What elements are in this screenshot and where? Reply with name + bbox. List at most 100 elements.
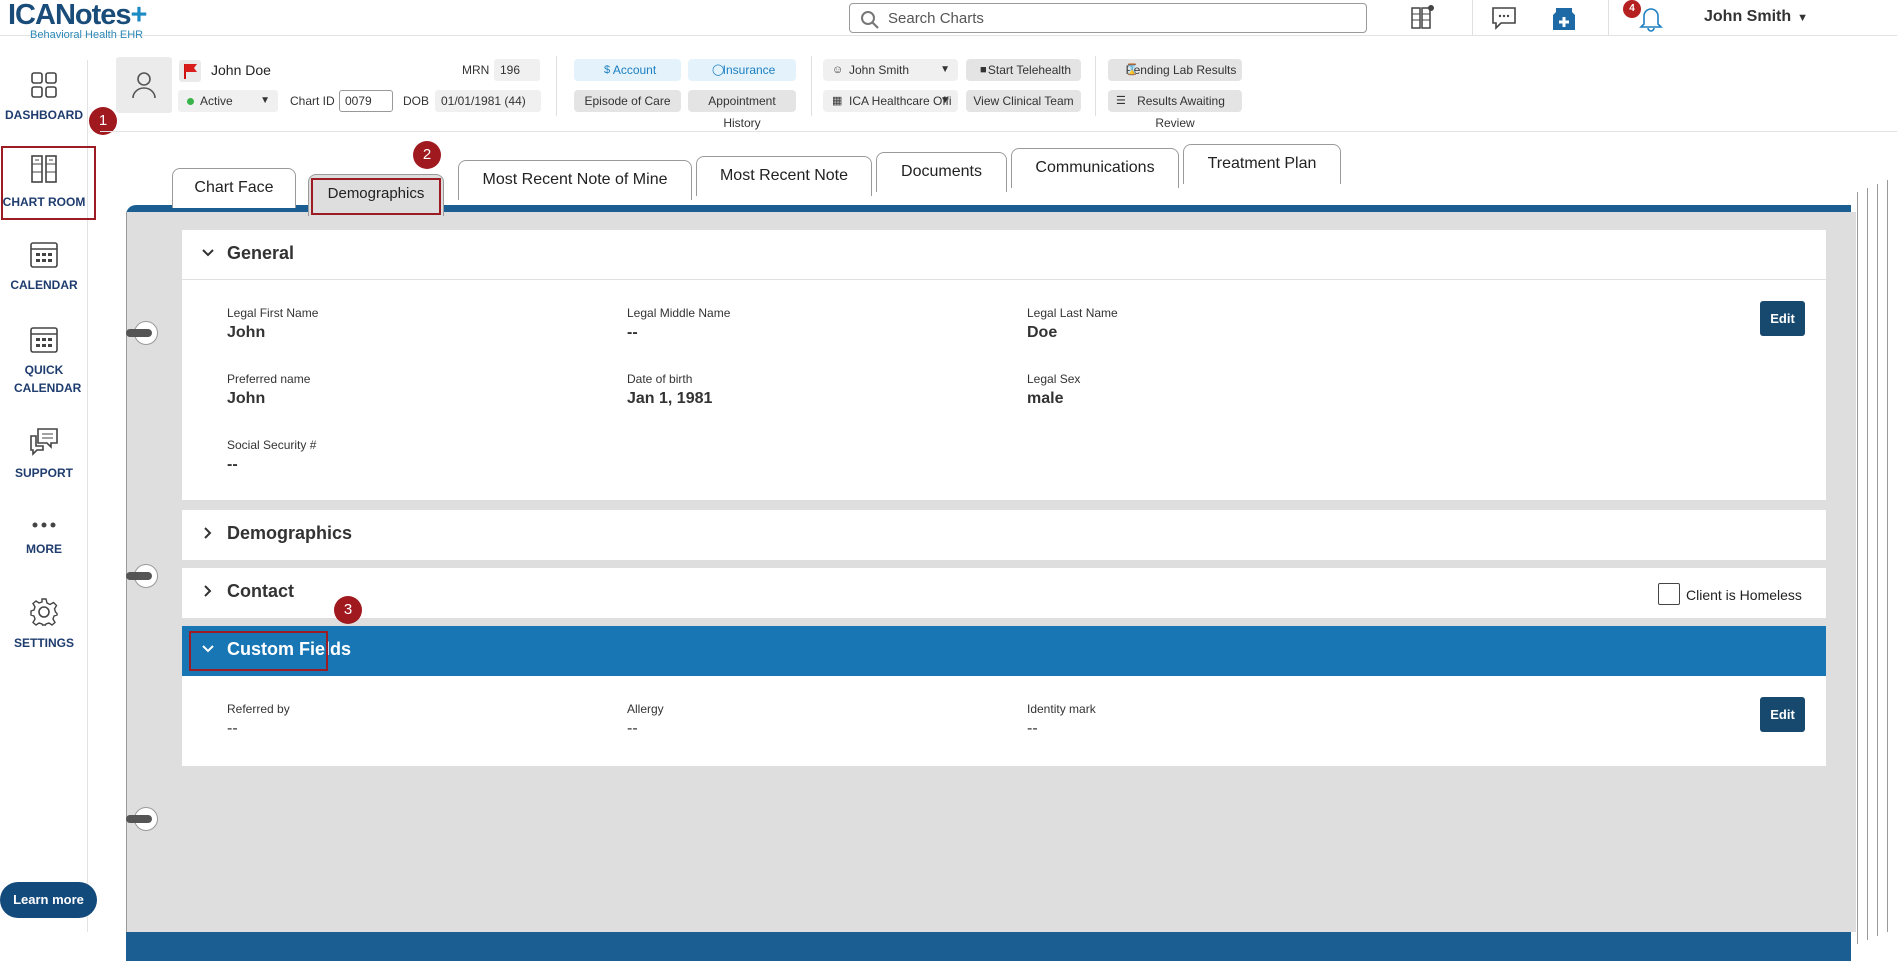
highlight-demographics-tab [311, 178, 441, 215]
tab-treatment-plan[interactable]: Treatment Plan [1183, 144, 1341, 184]
episode-of-care-button[interactable]: Episode of Care [574, 90, 681, 112]
binder-ring [126, 563, 158, 589]
user-name: John Smith [1704, 8, 1792, 25]
chevron-down-icon [202, 249, 214, 257]
patient-name: John Doe [211, 62, 271, 78]
field-label: Date of birth [627, 372, 693, 386]
edit-general-button[interactable]: Edit [1760, 301, 1805, 336]
user-menu[interactable]: John Smith ▼ [1704, 8, 1808, 26]
field-label: Legal First Name [227, 306, 319, 320]
checkbox-label: Client is Homeless [1686, 587, 1802, 603]
start-telehealth-button[interactable]: ■ Start Telehealth [966, 59, 1081, 81]
notifications-badge: 4 [1623, 0, 1641, 18]
dob-label: DOB [403, 94, 430, 108]
building-icon: ▦ [832, 95, 843, 107]
results-review-label: Results Awaiting Review [1137, 94, 1225, 130]
patient-header: John Doe Active ▼ MRN 196 Chart ID 0079 … [100, 48, 1897, 132]
contact-header[interactable]: Contact [182, 568, 1826, 618]
provider-value: John Smith [849, 63, 910, 77]
divider [1472, 0, 1473, 36]
field-value: John [227, 390, 266, 407]
status-dot [187, 98, 194, 105]
pending-lab-label: Pending Lab Results [1125, 63, 1237, 77]
checklist-icon: ☰ [1116, 95, 1126, 107]
mrn-label: MRN [462, 63, 490, 77]
nav-label: DASHBOARD [5, 108, 83, 122]
tab-most-recent-note[interactable]: Most Recent Note [696, 156, 872, 196]
messages-icon[interactable] [1490, 4, 1520, 32]
field-label: Preferred name [227, 372, 311, 386]
support-icon [30, 428, 58, 456]
field-label: Identity mark [1027, 702, 1096, 716]
highlight-custom-fields [189, 631, 328, 671]
chart-room-shortcut-icon[interactable] [1408, 4, 1438, 32]
tab-chart-face[interactable]: Chart Face [172, 168, 296, 208]
custom-fields-header[interactable]: Custom Fields [182, 626, 1826, 676]
account-button[interactable]: $ Account [574, 59, 681, 81]
nav-more[interactable]: MORE [0, 516, 88, 558]
results-awaiting-review-button[interactable]: ☰ Results Awaiting Review [1108, 90, 1242, 130]
nav-dashboard[interactable]: DASHBOARD [0, 70, 88, 124]
logo-text: ICANotes [8, 0, 132, 31]
divider [1608, 0, 1609, 36]
divider [556, 56, 557, 116]
person-icon: ☺ [832, 64, 844, 76]
tab-communications[interactable]: Communications [1011, 148, 1179, 188]
field-value: male [1027, 390, 1064, 407]
search-charts[interactable] [849, 3, 1367, 33]
field-value: -- [627, 720, 638, 737]
nav-support[interactable]: SUPPORT [0, 426, 88, 482]
divider [1095, 56, 1096, 116]
avatar[interactable] [116, 57, 172, 113]
nav-label: CALENDAR [10, 278, 78, 292]
nav-label: QUICK CALENDAR [14, 363, 82, 395]
general-section: General Legal First Name John Legal Midd… [182, 230, 1826, 500]
search-input[interactable] [888, 8, 1348, 28]
office-select[interactable]: ▦ ICA Healthcare Offi ▼ [823, 90, 958, 112]
pending-lab-results-button[interactable]: ⌛ Pending Lab Results [1108, 59, 1242, 81]
nav-quick-calendar[interactable]: QUICK CALENDAR [0, 323, 88, 397]
custom-fields-section: Custom Fields Referred by -- Allergy -- … [182, 626, 1826, 766]
more-icon [32, 522, 56, 528]
nav-settings[interactable]: SETTINGS [0, 596, 88, 652]
view-clinical-team-button[interactable]: View Clinical Team [966, 90, 1081, 112]
insurance-button[interactable]: ◯ Insurance [688, 59, 796, 81]
provider-select[interactable]: ☺ John Smith ▼ [823, 59, 958, 81]
logo-subtitle: Behavioral Health EHR [30, 29, 144, 41]
tab-most-recent-note-of-mine[interactable]: Most Recent Note of Mine [458, 160, 692, 200]
demographics-header[interactable]: Demographics [182, 510, 1826, 560]
status-select[interactable]: Active ▼ [178, 90, 278, 112]
binder-ring [126, 806, 158, 832]
flag-button[interactable] [179, 60, 201, 82]
edit-custom-fields-button[interactable]: Edit [1760, 697, 1805, 732]
add-prescription-icon[interactable] [1550, 4, 1580, 32]
field-value: -- [1027, 720, 1038, 737]
general-header[interactable]: General [182, 230, 1826, 280]
nav-label: MORE [26, 542, 62, 556]
chart-id-value: 0079 [339, 90, 393, 112]
demographics-section: Demographics [182, 510, 1826, 560]
learn-more-button[interactable]: Learn more [0, 882, 97, 918]
field-label: Legal Middle Name [627, 306, 731, 320]
binder-ring [126, 320, 158, 346]
nav-calendar[interactable]: CALENDAR [0, 238, 88, 294]
dashboard-icon [31, 72, 57, 98]
tab-documents[interactable]: Documents [876, 152, 1007, 192]
app-logo[interactable]: ICANotes+ Behavioral Health EHR [8, 0, 168, 41]
video-camera-icon: ■ [980, 64, 987, 76]
step-marker-2: 2 [413, 141, 441, 169]
field-label: Legal Last Name [1027, 306, 1118, 320]
checkbox[interactable] [1658, 583, 1680, 605]
search-icon [861, 11, 879, 29]
dollar-icon: $ [604, 64, 611, 76]
section-title: General [227, 243, 295, 263]
contact-section: Contact Client is Homeless [182, 568, 1826, 618]
status-value: Active [200, 94, 233, 108]
field-value: Jan 1, 1981 [627, 390, 713, 407]
account-label: Account [612, 63, 657, 77]
field-value: -- [627, 324, 638, 341]
calendar-icon [30, 242, 58, 268]
appointment-history-button[interactable]: Appointment History [688, 90, 796, 130]
highlight-chart-room [1, 146, 96, 220]
shield-icon: ◯ [712, 64, 725, 76]
